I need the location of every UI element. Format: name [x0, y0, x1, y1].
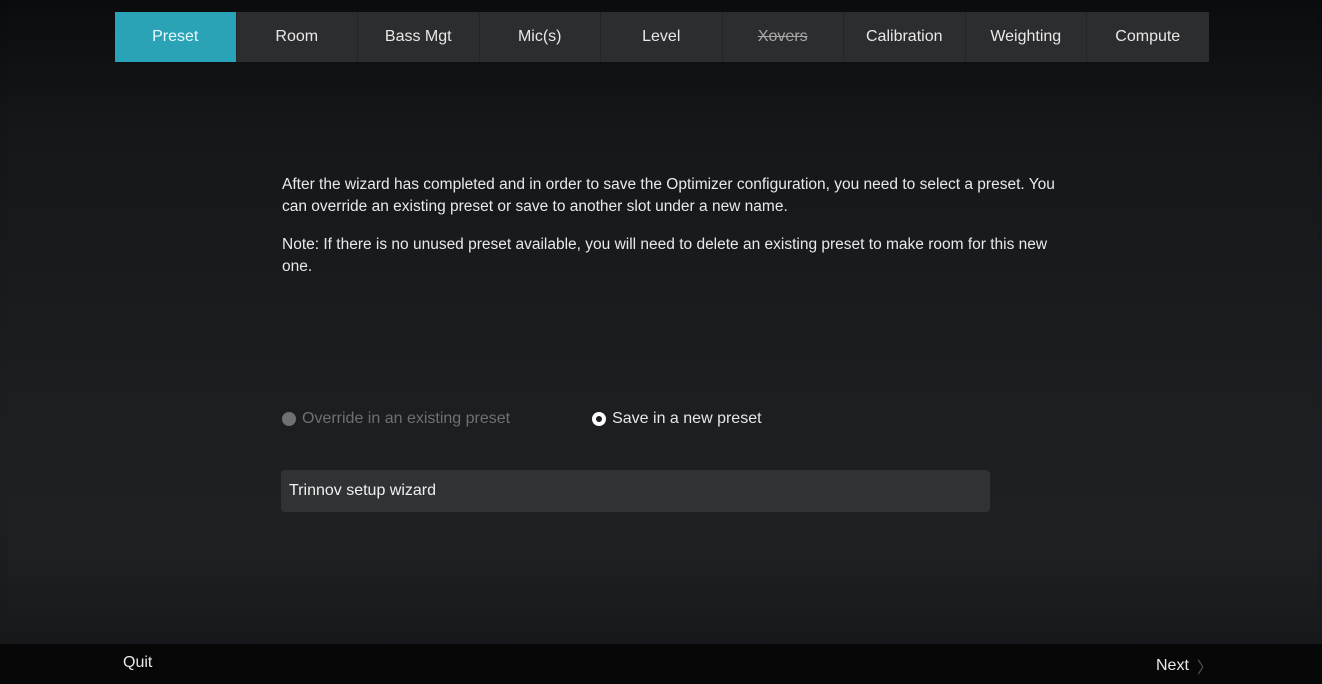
override-preset-radio[interactable]: Override in an existing preset [282, 410, 510, 428]
save-mode-options: Override in an existing preset Save in a… [282, 410, 762, 428]
instructions: After the wizard has completed and in or… [282, 174, 1062, 294]
tab-mics[interactable]: Mic(s) [480, 12, 601, 62]
next-button[interactable]: Next 〉 [1156, 654, 1213, 678]
radio-selected-icon [592, 412, 607, 426]
wizard-background [8, 0, 1318, 684]
tab-bass-mgt[interactable]: Bass Mgt [358, 12, 480, 62]
tab-preset[interactable]: Preset [115, 12, 237, 62]
tab-level[interactable]: Level [601, 12, 723, 62]
save-new-preset-radio[interactable]: Save in a new preset [592, 410, 762, 428]
instruction-paragraph: After the wizard has completed and in or… [282, 176, 1055, 215]
override-preset-label: Override in an existing preset [302, 410, 511, 427]
chevron-right-icon: 〉 [1196, 660, 1213, 677]
wizard-tab-bar: Preset Room Bass Mgt Mic(s) Level Xovers… [115, 12, 1209, 62]
note-paragraph: Note: If there is no unused preset avail… [282, 236, 1048, 275]
tab-room[interactable]: Room [237, 12, 358, 62]
tab-weighting[interactable]: Weighting [966, 12, 1087, 62]
save-new-preset-label: Save in a new preset [612, 410, 762, 427]
preset-name-input[interactable] [281, 470, 990, 512]
tab-compute[interactable]: Compute [1087, 12, 1209, 62]
next-label: Next [1156, 657, 1189, 674]
tab-calibration[interactable]: Calibration [844, 12, 966, 62]
footer-bar: Quit Next 〉 [0, 644, 1322, 684]
radio-unselected-icon [282, 412, 296, 426]
tab-xovers: Xovers [723, 12, 844, 62]
quit-button[interactable]: Quit [123, 654, 152, 672]
